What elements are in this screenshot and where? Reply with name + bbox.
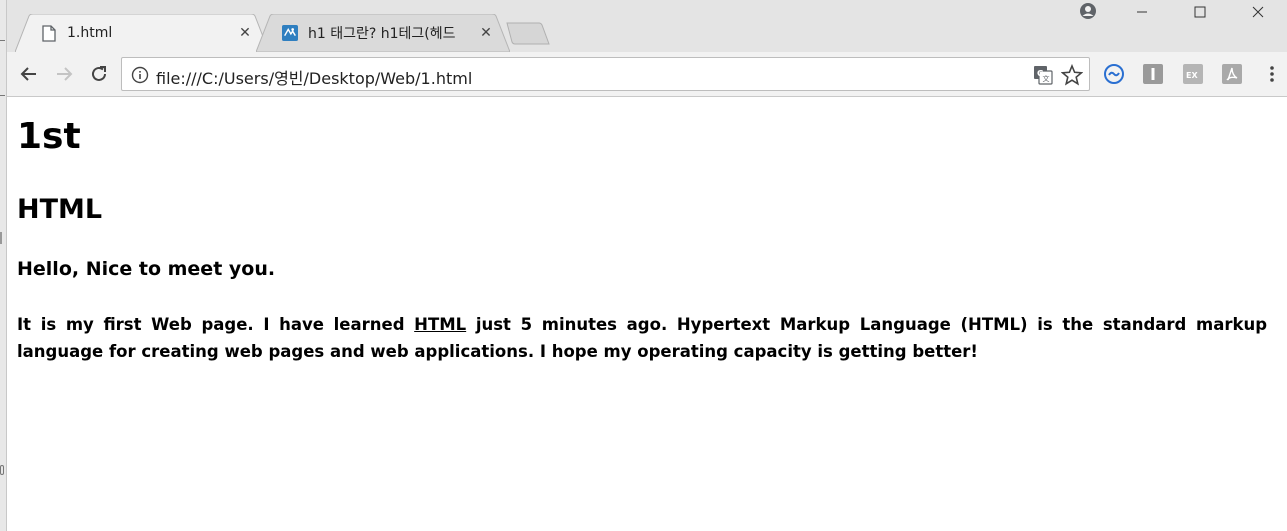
window-controls (1113, 0, 1287, 24)
edge-mark (0, 232, 2, 244)
edge-mark (0, 40, 5, 41)
page-heading-1: 1st (17, 116, 81, 157)
tab-close-icon[interactable]: ✕ (237, 25, 253, 41)
edge-mark (0, 465, 4, 475)
site-icon (282, 24, 298, 42)
menu-icon[interactable] (1261, 63, 1283, 85)
tab-inactive[interactable]: h1 태그란? h1테그(헤드 ✕ (256, 14, 510, 52)
page-paragraph: It is my first Web page. I have learned … (17, 311, 1267, 365)
forward-icon[interactable] (52, 62, 76, 86)
pdf-extension-icon[interactable] (1221, 63, 1243, 85)
address-bar[interactable]: file:///C:/Users/영빈/Desktop/Web/1.html G… (121, 57, 1090, 91)
new-tab-button[interactable] (505, 22, 551, 46)
page-heading-3: Hello, Nice to meet you. (17, 258, 276, 280)
back-icon[interactable] (17, 62, 41, 86)
page-heading-2: HTML (17, 194, 103, 225)
paragraph-text-before: It is my first Web page. I have learned (17, 315, 415, 334)
address-text[interactable]: file:///C:/Users/영빈/Desktop/Web/1.html (156, 65, 472, 89)
file-icon (41, 24, 57, 42)
svg-text:EX: EX (1186, 71, 1198, 80)
svg-text:文: 文 (1043, 74, 1050, 83)
profile-icon[interactable] (1079, 2, 1097, 20)
reload-icon[interactable] (87, 62, 111, 86)
close-window-icon[interactable] (1229, 0, 1287, 24)
background-window-edge (0, 0, 7, 531)
edge-mark (0, 95, 5, 96)
i-extension-icon[interactable] (1142, 63, 1164, 85)
page-content: 1st HTML Hello, Nice to meet you. It is … (7, 98, 1287, 531)
tab-active[interactable]: 1.html ✕ (15, 14, 269, 52)
html-link[interactable]: HTML (414, 315, 466, 334)
sync-icon[interactable] (1103, 63, 1125, 85)
bookmark-star-icon[interactable] (1060, 63, 1084, 86)
toolbar: file:///C:/Users/영빈/Desktop/Web/1.html G… (7, 52, 1287, 96)
info-icon[interactable] (131, 66, 149, 84)
translate-icon[interactable]: G文 (1033, 65, 1053, 85)
tab-close-icon[interactable]: ✕ (478, 25, 494, 41)
minimize-icon[interactable] (1113, 0, 1171, 24)
browser-chrome: 1.html ✕ h1 태그란? h1테그(헤드 ✕ file:///C:/Us… (7, 0, 1287, 97)
maximize-icon[interactable] (1171, 0, 1229, 24)
tab-title: h1 태그란? h1테그(헤드 (308, 26, 456, 42)
tab-title: 1.html (67, 25, 113, 41)
ex-extension-icon[interactable]: EX (1182, 63, 1204, 85)
